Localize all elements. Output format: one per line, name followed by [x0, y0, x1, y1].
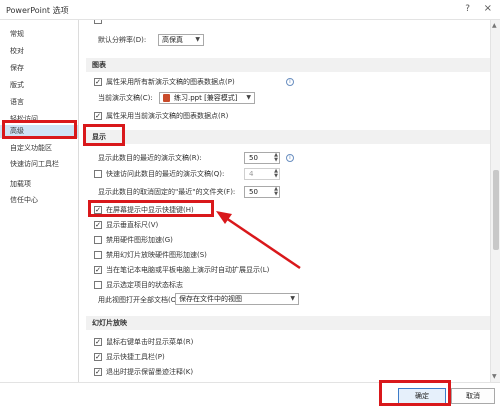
red-arrow-icon	[216, 211, 301, 270]
highlight-ok-button	[379, 380, 451, 406]
scroll-down-icon[interactable]: ▼	[492, 373, 497, 380]
scroll-up-icon[interactable]: ▲	[492, 22, 497, 29]
cancel-button[interactable]: 取消	[451, 388, 495, 404]
scrollbar-thumb[interactable]	[493, 170, 499, 250]
scrollbar[interactable]: ▲ ▼	[490, 20, 500, 382]
